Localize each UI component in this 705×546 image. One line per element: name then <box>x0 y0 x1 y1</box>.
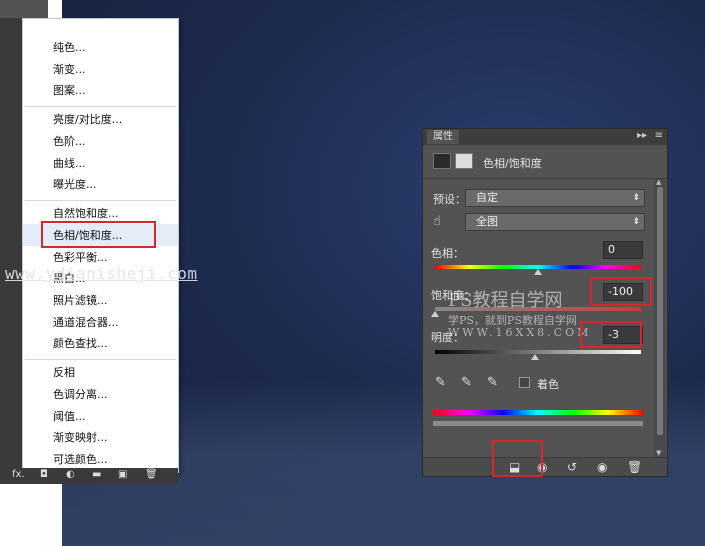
adjustment-title: 色相/饱和度 <box>483 157 542 170</box>
eyedropper-minus-icon[interactable]: ✎ <box>487 375 498 390</box>
mask-icon[interactable] <box>455 153 473 169</box>
hue-label: 色相： <box>431 247 464 260</box>
highlight-box-saturation <box>590 277 652 306</box>
saturation-slider-handle[interactable] <box>431 311 439 317</box>
highlight-box-lightness <box>580 321 642 348</box>
lightness-slider-handle[interactable] <box>530 354 539 360</box>
hue-input[interactable]: 0 <box>603 241 643 259</box>
preset-label: 预设： <box>433 193 466 206</box>
screenshot: 纯色... 渐变... 图案... 亮度/对比度... 色阶... 曲线... … <box>0 0 705 546</box>
eyedropper-plus-icon[interactable]: ✎ <box>461 375 472 390</box>
scroll-thumb[interactable] <box>657 187 663 435</box>
hue-spectrum-bar <box>433 410 643 415</box>
watermark-site: WWW.16XX8.COM <box>448 326 592 339</box>
scroll-up-icon[interactable]: ▲ <box>656 178 661 186</box>
fx-button[interactable]: fx. <box>12 469 25 480</box>
properties-footer: ⬓ ◉ ↺ ◉ 🗑 <box>423 457 667 476</box>
preset-dropdown[interactable]: 自定 ⬍ <box>465 189 645 207</box>
menu-item-pattern[interactable]: 图案... <box>53 84 86 98</box>
menu-item-threshold[interactable]: 阈值... <box>53 410 86 424</box>
menu-item-gradient[interactable]: 渐变... <box>53 63 86 77</box>
properties-header: 色相/饱和度 <box>423 145 667 179</box>
highlight-box-menu <box>41 221 156 248</box>
menu-separator <box>25 359 176 360</box>
menu-item-curves[interactable]: 曲线... <box>53 157 86 171</box>
menu-item-vibrance[interactable]: 自然饱和度... <box>53 207 119 221</box>
adjustment-layer-icon[interactable]: ◐ <box>66 469 75 480</box>
eyedropper-icon[interactable]: ✎ <box>435 375 446 390</box>
mask-icon[interactable]: ◘ <box>40 469 48 480</box>
menu-item-posterize[interactable]: 色调分离... <box>53 388 108 402</box>
layers-toolbar: fx. ◘ ◐ ▬ ▣ 🗑 <box>0 468 178 484</box>
hand-icon[interactable]: ☝ <box>433 214 441 229</box>
menu-separator <box>25 200 176 201</box>
hue-slider-handle[interactable] <box>534 269 542 275</box>
menu-separator <box>25 106 176 107</box>
scroll-down-icon[interactable]: ▼ <box>656 449 661 457</box>
result-spectrum-bar <box>433 421 643 426</box>
watermark-url: www.ydianisheji.com <box>5 264 198 283</box>
menu-item-gradient-map[interactable]: 渐变映射... <box>53 431 108 445</box>
menu-item-levels[interactable]: 色阶... <box>53 135 86 149</box>
eye-icon[interactable]: ◉ <box>597 460 607 474</box>
group-icon[interactable]: ▬ <box>92 469 101 480</box>
colorize-label: 着色 <box>537 378 559 391</box>
menu-item-photo-filter[interactable]: 照片滤镜... <box>53 294 108 308</box>
adjustment-type-icon[interactable] <box>433 153 451 169</box>
menu-item-color-lookup[interactable]: 颜色查找... <box>53 337 108 351</box>
new-layer-icon[interactable]: ▣ <box>118 469 127 480</box>
tab-properties[interactable]: 属性 <box>427 130 459 144</box>
layers-panel-edge <box>0 18 22 473</box>
collapse-icon[interactable]: ▸▸ <box>637 130 647 141</box>
trash-icon[interactable]: 🗑 <box>627 460 642 474</box>
properties-tabbar: 属性 ▸▸ ≡ <box>423 129 667 145</box>
menu-item-solid-color[interactable]: 纯色... <box>53 41 86 55</box>
scrollbar[interactable]: ▲ ▼ <box>654 178 666 457</box>
menu-item-invert[interactable]: 反相 <box>53 366 75 380</box>
menu-item-brightness-contrast[interactable]: 亮度/对比度... <box>53 113 122 127</box>
colorize-checkbox[interactable] <box>519 377 530 388</box>
menu-item-exposure[interactable]: 曝光度... <box>53 178 97 192</box>
trash-icon[interactable]: 🗑 <box>145 469 158 480</box>
menu-item-selective-color[interactable]: 可选颜色... <box>53 453 108 467</box>
channel-dropdown[interactable]: 全图 ⬍ <box>465 213 645 231</box>
left-topbar <box>0 0 48 18</box>
watermark-cn: PS教程自学网 <box>448 290 563 311</box>
reset-icon[interactable]: ↺ <box>567 460 577 474</box>
highlight-box-clip <box>492 440 543 477</box>
menu-item-color-balance[interactable]: 色彩平衡... <box>53 251 108 265</box>
menu-item-channel-mixer[interactable]: 通道混合器... <box>53 316 119 330</box>
panel-menu-icon[interactable]: ≡ <box>655 130 663 141</box>
